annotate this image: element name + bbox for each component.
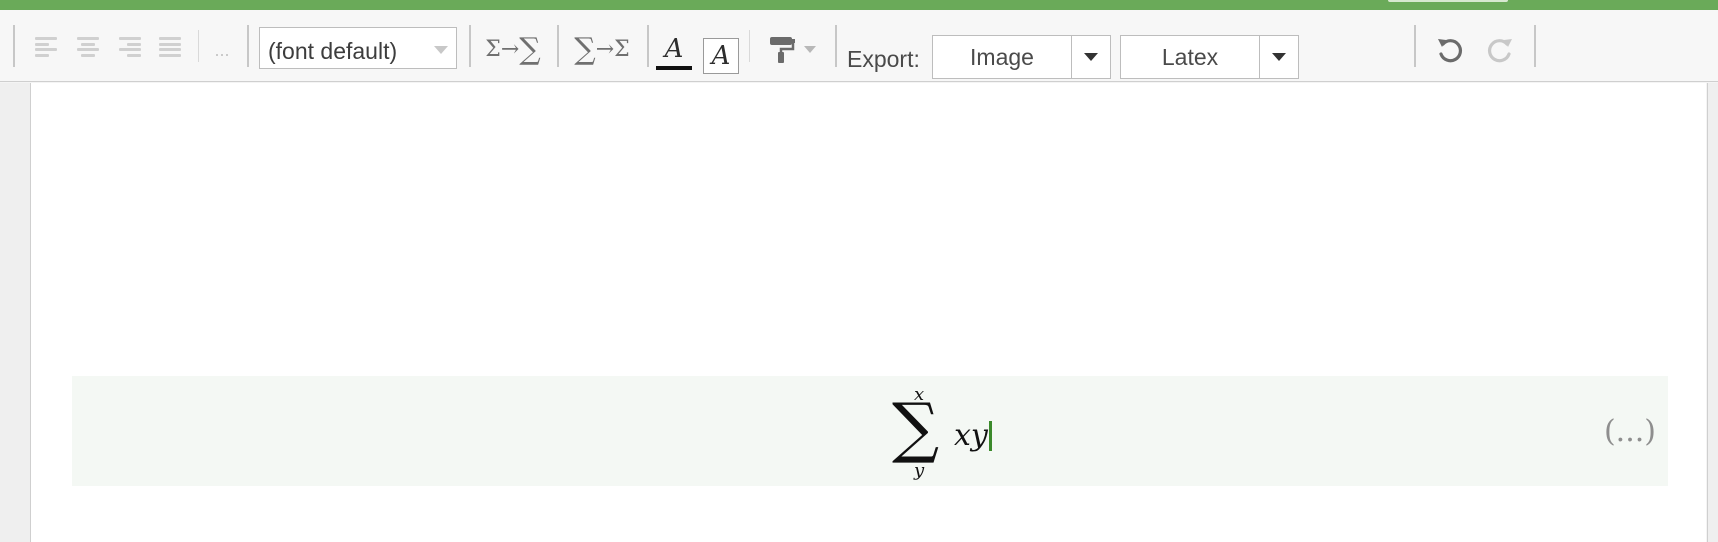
chevron-down-icon [1084,53,1098,61]
align-justify-button[interactable] [156,32,186,62]
font-style-underline-button[interactable]: A [656,32,692,66]
paint-roller-icon [770,37,795,63]
undo-icon [1438,39,1463,63]
align-left-icon [35,35,59,59]
redo-icon [1487,39,1512,63]
more-button[interactable]: ... [210,40,234,60]
chevron-down-icon [804,45,816,53]
sum-small-glyph: Σ [614,36,630,62]
align-right-button[interactable] [114,32,144,62]
export-image-button[interactable]: Image [932,35,1072,79]
toolbar-separator [1414,25,1416,67]
export-latex-label: Latex [1161,43,1219,70]
font-style-a-label: A [664,34,684,64]
undo-button[interactable] [1432,32,1468,68]
redo-button[interactable] [1482,32,1518,68]
format-painter-button[interactable] [762,32,822,66]
left-gutter [0,83,31,542]
align-right-icon [117,35,141,59]
align-center-icon [76,35,100,59]
toolbar-separator [247,25,249,67]
right-scrollbar-track[interactable] [1707,83,1718,542]
export-latex-button[interactable]: Latex [1120,35,1260,79]
equation-body: xy [954,418,988,453]
math-block[interactable]: x ∑ y xy (...) [72,376,1668,486]
summation-operator: ∑ [892,389,940,466]
export-image-label: Image [970,43,1034,70]
sum-small-glyph: Σ [485,36,501,62]
sum-large-glyph: ∑ [574,31,596,67]
equation-status[interactable]: (...) [1604,414,1656,449]
toolbar-separator [557,25,559,67]
toolbar: ... (font default) Σ → ∑ ∑ → Σ A A Expor… [0,10,1718,82]
chevron-down-icon [1272,53,1286,61]
top-bar-tab[interactable] [1388,0,1508,2]
equation-lower-limit: y [914,460,925,481]
toolbar-separator [198,30,199,62]
toolbar-separator [13,25,15,67]
app-top-bar [0,0,1718,10]
sum-large-glyph: ∑ [519,31,541,67]
font-select[interactable]: (font default) [259,27,457,69]
arrow-right-glyph: → [500,36,520,62]
chevron-down-icon [434,46,448,54]
align-left-button[interactable] [32,32,62,62]
more-label: ... [214,39,230,60]
export-label: Export: [847,46,920,72]
arrow-right-glyph: → [595,36,615,62]
font-style-boxed-label-wrap: A [703,38,739,74]
toolbar-separator [1534,25,1536,67]
sum-style-button-1[interactable]: Σ → ∑ [480,31,546,67]
sum-style-button-2[interactable]: ∑ → Σ [568,31,636,67]
text-cursor [989,421,992,451]
font-select-value: (font default) [268,38,398,64]
align-justify-icon [159,35,183,59]
export-latex-dropdown[interactable] [1259,35,1299,79]
font-style-a-boxed-label: A [711,41,731,71]
align-center-button[interactable] [73,32,103,62]
toolbar-separator [647,25,649,67]
export-image-dropdown[interactable] [1071,35,1111,79]
toolbar-separator [749,30,750,62]
toolbar-separator [835,25,837,67]
underline-bar [656,66,692,70]
equation[interactable]: x ∑ y xy [892,376,1012,486]
toolbar-separator [469,25,471,67]
